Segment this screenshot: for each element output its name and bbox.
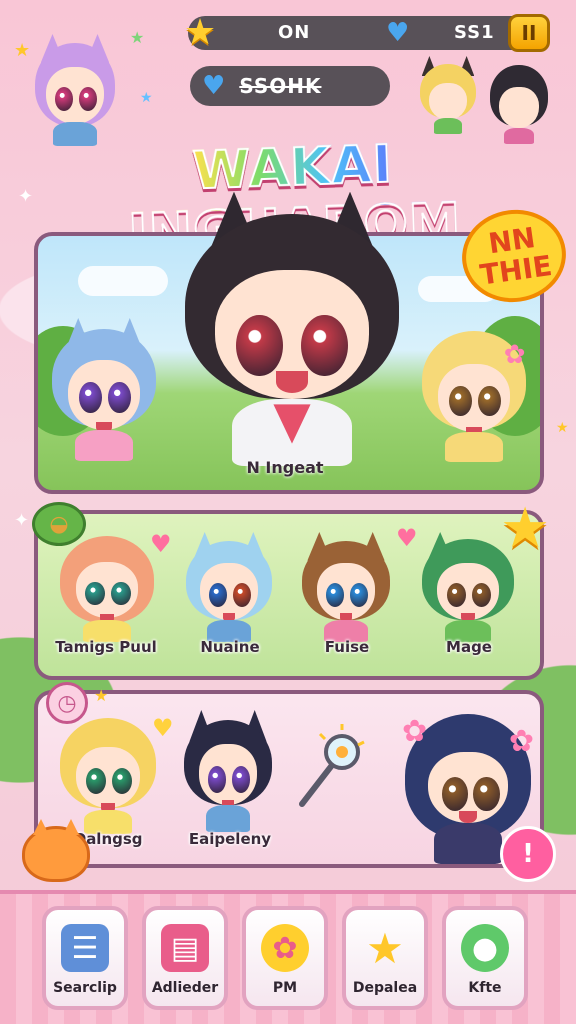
flower-icon: ✿ — [503, 339, 526, 370]
nav-label: Adlieder — [151, 980, 219, 996]
row-character-4[interactable] — [420, 532, 516, 642]
star-icon: ★ — [183, 11, 217, 53]
row-character-name: Mage — [446, 638, 492, 656]
side-character-blue[interactable] — [48, 318, 160, 461]
register-icon: ▤ — [161, 924, 209, 972]
magic-wand-icon[interactable] — [290, 720, 370, 810]
search-bar[interactable]: ♥ SSOHK — [190, 66, 390, 106]
nav-label: Searclip — [53, 980, 117, 996]
sparkle-star-icon: ★ — [556, 420, 569, 436]
new-badge-line2: THIE — [478, 249, 554, 292]
sparkle-icon: ✦ — [14, 510, 30, 531]
document-icon: ☰ — [61, 924, 109, 972]
side-character-blonde[interactable]: ✿ — [418, 326, 530, 462]
corner-character-purple — [30, 34, 120, 147]
sparkle-star-icon: ★ — [94, 686, 109, 705]
cat-mascot-icon — [22, 826, 90, 882]
heart-icon: ♥ — [202, 71, 226, 101]
heart-icon: ♥ — [386, 18, 410, 48]
flower-badge-icon: ✿ — [261, 924, 309, 972]
hero-name: N Ingeat — [246, 458, 324, 477]
sparkle-icon: ✦ — [18, 186, 34, 207]
sparkle-star-icon: ★ — [14, 40, 31, 61]
star-icon: ★ — [366, 923, 404, 973]
row-character-name: Fuise — [324, 638, 370, 656]
nav-button-kfte[interactable]: ● Kfte — [442, 906, 528, 1010]
nav-button-pm[interactable]: ✿ PM — [242, 906, 328, 1010]
status-bar: ON ♥ SS1 — [188, 16, 550, 50]
row-character-3[interactable] — [300, 532, 392, 642]
sparkle-star-icon: ★ — [130, 28, 145, 47]
hero-character[interactable] — [176, 186, 408, 466]
nav-label: Depalea — [352, 980, 418, 996]
nav-label: Kfte — [468, 980, 502, 996]
heart-icon: ♥ — [396, 524, 418, 552]
flower-icon: ✿ — [508, 723, 534, 759]
nav-button-register[interactable]: ▤ Adlieder — [142, 906, 228, 1010]
flower-icon: ✿ — [402, 714, 428, 750]
leaf-bubble-icon: ● — [461, 924, 509, 972]
row-character-1[interactable] — [58, 534, 156, 642]
corner-character-blonde — [418, 56, 478, 134]
sparkle-star-icon: ★ — [140, 90, 153, 106]
nav-button-favorites[interactable]: ★ Depalea — [342, 906, 428, 1010]
bottom-character-2[interactable] — [182, 710, 274, 832]
row-character-2[interactable] — [184, 532, 274, 642]
bottom-nav: ☰ Searclip ▤ Adlieder ✿ PM ★ Depalea ● K… — [0, 890, 576, 1024]
chat-bubble-button[interactable]: ! — [500, 826, 556, 882]
nav-label: PM — [272, 980, 298, 996]
row-character-name: Tamigs Puul — [55, 638, 157, 656]
pause-button[interactable]: II — [508, 14, 550, 52]
search-text: SSOHK — [239, 74, 322, 98]
score-counter: SS1 — [454, 22, 495, 43]
bottom-character-1[interactable] — [58, 716, 158, 834]
mode-label: ON — [278, 22, 311, 43]
nav-button-search[interactable]: ☰ Searclip — [42, 906, 128, 1010]
bottom-character-name: Eaipeleny — [188, 830, 272, 848]
row-character-name: Nuaine — [200, 638, 260, 656]
